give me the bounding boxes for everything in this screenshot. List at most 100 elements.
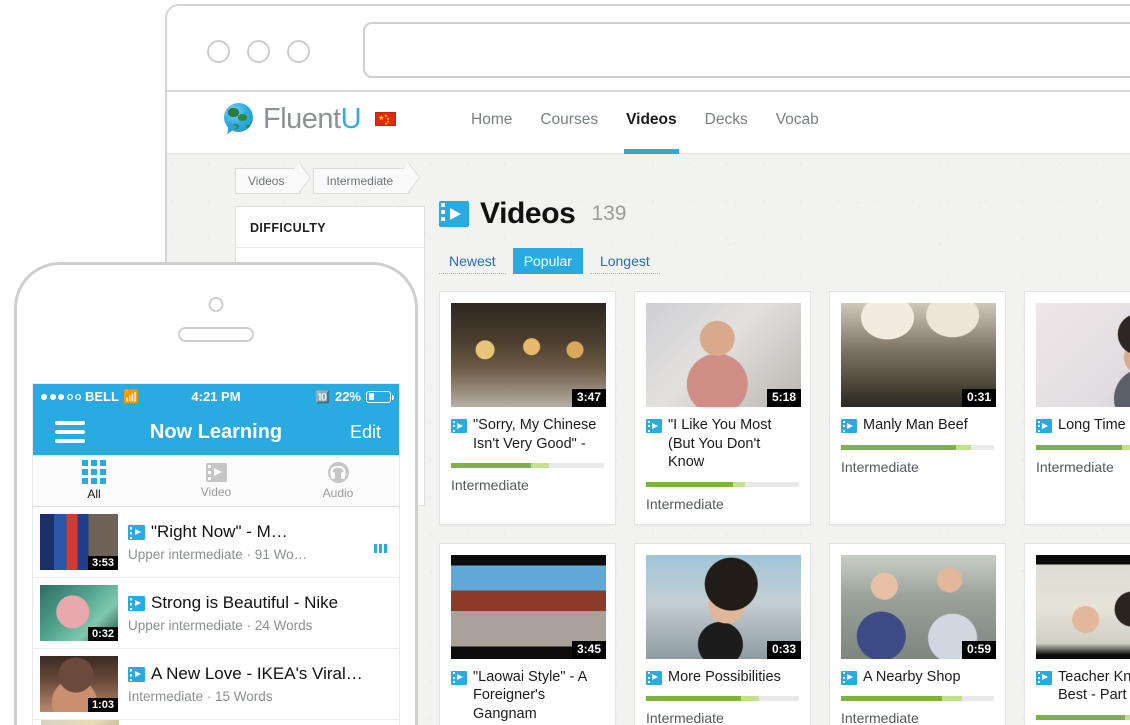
window-controls[interactable]	[207, 40, 310, 63]
battery-percent: 22%	[334, 389, 361, 404]
video-level: Intermediate	[841, 458, 919, 475]
sort-tab-longest[interactable]: Longest	[589, 249, 660, 274]
video-card-title-row: "I Like You Most (But You Don't Know	[646, 416, 799, 472]
phone-status-bar: BELL 📶 4:21 PM 🔟 22%	[33, 384, 399, 409]
progress-bar	[841, 696, 994, 702]
video-thumbnail[interactable]: 3:45	[451, 554, 606, 659]
list-item-menu-icon[interactable]	[374, 544, 387, 553]
video-card[interactable]: 0:31 Manly Man Beef Intermediate	[829, 291, 1006, 525]
video-card[interactable]: 0:33 More Possibilities Intermediate	[634, 542, 811, 725]
segment-all[interactable]: All	[33, 455, 155, 506]
video-thumbnail[interactable]: 0:59	[841, 554, 996, 659]
nav-item-videos[interactable]: Videos	[612, 92, 691, 154]
list-item[interactable]: 3:53 "Right Now" - M… Upper intermediate…	[33, 507, 399, 578]
video-thumbnail[interactable]: 0:33	[646, 554, 801, 659]
sort-tab-popular[interactable]: Popular	[512, 248, 583, 274]
list-item-title: A New Love - IKEA's Viral…	[151, 664, 363, 683]
filter-heading-difficulty: DIFFICULTY	[250, 221, 326, 235]
phone-list: 3:53 "Right Now" - M… Upper intermediate…	[33, 507, 399, 725]
video-level: Intermediate	[1036, 458, 1114, 475]
main-column: Videos 139 Newest Popular Longest 3:47 "…	[439, 194, 1130, 725]
phone-title: Now Learning	[149, 420, 283, 443]
video-thumbnail[interactable]: 0:31	[841, 303, 996, 407]
list-item-thumbnail[interactable]: 1:03	[40, 656, 118, 712]
list-item-title-row: Strong is Beautiful - Nike	[128, 593, 391, 613]
segment-audio[interactable]: Audio	[277, 455, 399, 506]
logo-text-u: U	[340, 102, 362, 135]
edit-button[interactable]: Edit	[350, 422, 381, 443]
list-item[interactable]: 0:32 Strong is Beautiful - Nike Upper in…	[33, 578, 399, 649]
fluentu-logo[interactable]: FluentU ★ ★ ★ ★ ★	[224, 102, 397, 136]
list-item-duration: 0:32	[87, 627, 118, 641]
video-grid: 3:47 "Sorry, My Chinese Isn't Very Good"…	[439, 291, 1130, 725]
address-bar[interactable]	[363, 22, 1130, 78]
film-icon	[841, 419, 857, 433]
video-card[interactable]: 5:18 "I Like You Most (But You Don't Kno…	[634, 291, 811, 525]
status-time: 4:21 PM	[191, 389, 241, 404]
film-icon	[128, 596, 145, 611]
film-icon	[646, 419, 662, 433]
video-card-title-row: A Nearby Shop	[841, 668, 994, 687]
video-title: Teacher Knows Best - Part 1	[1058, 668, 1130, 704]
phone-screen: BELL 📶 4:21 PM 🔟 22% Now Learning Edit A…	[32, 383, 400, 725]
segment-label: Audio	[322, 485, 354, 500]
film-icon	[128, 667, 145, 682]
video-card-title-row: Long Time No See	[1036, 416, 1130, 435]
list-item-text: Strong is Beautiful - Nike Upper interme…	[128, 593, 391, 633]
video-card[interactable]: 0:59 A Nearby Shop Intermediate	[829, 542, 1006, 725]
zoom-button-icon[interactable]	[287, 40, 310, 63]
video-thumbnail[interactable]: 3:47	[451, 303, 606, 407]
video-duration: 3:47	[571, 389, 606, 407]
video-duration: 5:18	[766, 389, 801, 407]
list-item-duration: 3:53	[87, 556, 118, 570]
carrier-name: BELL	[85, 389, 119, 404]
video-card[interactable]: 0:55 Long Time No See Intermediate	[1024, 291, 1130, 525]
hamburger-icon[interactable]	[55, 421, 85, 443]
phone-nav-bar: Now Learning Edit	[33, 409, 399, 455]
video-title: "I Like You Most (But You Don't Know	[668, 417, 772, 471]
nav-item-decks[interactable]: Decks	[691, 92, 762, 154]
minimize-button-icon[interactable]	[247, 40, 270, 63]
video-thumbnail[interactable]: 0:55	[1036, 303, 1130, 407]
breadcrumb-item-videos[interactable]: Videos	[235, 168, 302, 194]
nav-item-courses[interactable]: Courses	[526, 92, 612, 154]
logo-wordmark: FluentU	[263, 102, 362, 135]
status-right: 🔟 22%	[315, 389, 394, 404]
video-duration: 3:45	[571, 640, 606, 659]
list-item-thumbnail[interactable]: 0:32	[40, 585, 118, 641]
list-item-title-row: "Right Now" - M…	[128, 522, 391, 542]
list-item[interactable]	[33, 720, 399, 725]
list-item-title: Strong is Beautiful - Nike	[151, 593, 339, 612]
list-item-thumbnail[interactable]	[41, 720, 119, 725]
china-flag-icon[interactable]: ★ ★ ★ ★ ★	[375, 112, 397, 126]
phone-speaker-icon	[178, 327, 254, 342]
site-navigation-bar: FluentU ★ ★ ★ ★ ★ Home Courses Videos Decks …	[167, 92, 1130, 154]
video-thumbnail[interactable]: 1:14	[1036, 554, 1130, 659]
list-item-duration: 1:03	[87, 698, 118, 712]
list-item[interactable]: 1:03 A New Love - IKEA's Viral… Intermed…	[33, 649, 399, 720]
nav-item-home[interactable]: Home	[457, 92, 526, 154]
video-title: "Laowai Style" - A Foreigner's Gangnam	[473, 668, 587, 722]
segment-video[interactable]: Video	[155, 455, 277, 506]
film-icon	[1036, 670, 1052, 685]
breadcrumb-item-intermediate[interactable]: Intermediate	[313, 168, 411, 194]
grid-icon	[82, 460, 106, 484]
video-card[interactable]: 3:47 "Sorry, My Chinese Isn't Very Good"…	[439, 291, 616, 525]
film-icon	[128, 525, 145, 540]
list-item-title: "Right Now" - M…	[151, 522, 288, 541]
progress-bar	[646, 696, 799, 702]
video-card[interactable]: 3:45 "Laowai Style" - A Foreigner's Gang…	[439, 542, 616, 725]
logo-text-fluent: Fluent	[263, 102, 341, 135]
headphones-icon	[327, 461, 349, 483]
video-thumbnail[interactable]: 5:18	[646, 303, 801, 407]
close-button-icon[interactable]	[207, 40, 230, 63]
video-card-title-row: "Sorry, My Chinese Isn't Very Good" -	[451, 416, 604, 453]
main-nav: Home Courses Videos Decks Vocab	[457, 92, 833, 154]
nav-item-vocab[interactable]: Vocab	[762, 92, 833, 154]
video-duration: 0:59	[961, 640, 996, 659]
sort-tab-newest[interactable]: Newest	[439, 249, 506, 274]
status-left: BELL 📶	[41, 389, 139, 405]
list-item-thumbnail[interactable]: 3:53	[40, 514, 118, 570]
video-card[interactable]: 1:14 Teacher Knows Best - Part 1 Interme…	[1024, 542, 1130, 725]
list-item-subtitle: Intermediate · 15 Words	[128, 689, 273, 704]
